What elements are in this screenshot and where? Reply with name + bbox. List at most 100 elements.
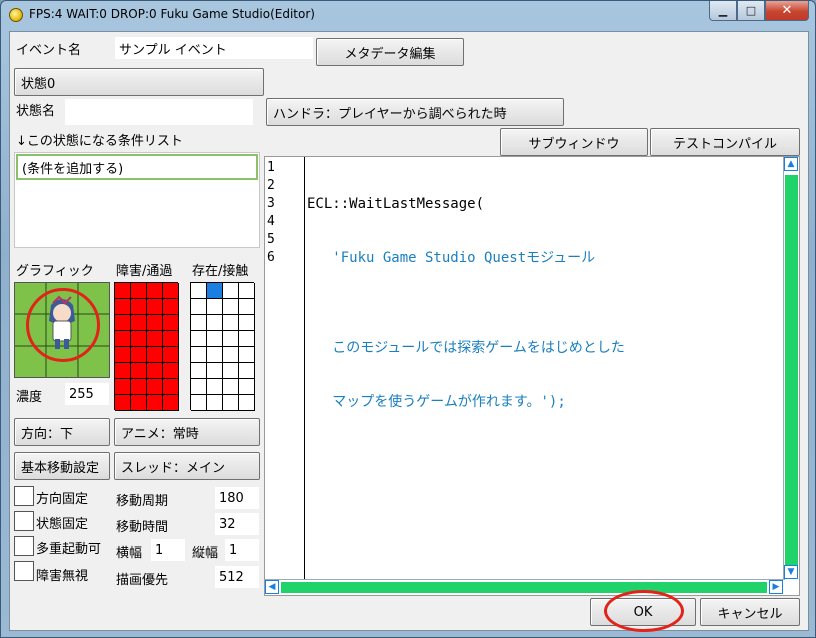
presence-cell[interactable]: [239, 363, 255, 379]
test-compile-button[interactable]: テストコンパイル: [650, 128, 800, 156]
presence-cell[interactable]: [239, 299, 255, 315]
presence-cell[interactable]: [239, 315, 255, 331]
presence-cell[interactable]: [191, 363, 207, 379]
presence-cell[interactable]: [207, 363, 223, 379]
obstacle-cell[interactable]: [163, 315, 179, 331]
basic-move-settings-button[interactable]: 基本移動設定: [14, 452, 110, 480]
obstacle-cell[interactable]: [147, 299, 163, 315]
obstacle-cell[interactable]: [131, 363, 147, 379]
scroll-down-icon[interactable]: ▼: [784, 565, 798, 579]
obstacle-cell[interactable]: [163, 395, 179, 411]
anime-button[interactable]: アニメ：常時: [114, 418, 260, 446]
presence-cell[interactable]: [191, 379, 207, 395]
obstacle-cell[interactable]: [115, 363, 131, 379]
presence-cell[interactable]: [239, 379, 255, 395]
presence-cell[interactable]: [223, 379, 239, 395]
obstacle-cell[interactable]: [163, 379, 179, 395]
obstacle-cell[interactable]: [147, 283, 163, 299]
obstacle-cell[interactable]: [115, 299, 131, 315]
condition-add-item[interactable]: (条件を追加する): [16, 154, 258, 180]
script-editor[interactable]: 1 2 3 4 5 6 ECL::WaitLastMessage( 'Fuku …: [264, 156, 800, 596]
event-name-field[interactable]: サンプル イベント: [114, 36, 314, 60]
title-bar[interactable]: FPS:4 WAIT:0 DROP:0 Fuku Game Studio(Edi…: [1, 1, 815, 29]
presence-cell[interactable]: [207, 283, 223, 299]
obstacle-cell[interactable]: [147, 395, 163, 411]
presence-cell[interactable]: [223, 283, 239, 299]
scroll-up-icon[interactable]: ▲: [784, 157, 798, 171]
presence-cell[interactable]: [223, 315, 239, 331]
presence-cell[interactable]: [191, 299, 207, 315]
obstacle-grid[interactable]: [114, 282, 179, 411]
presence-cell[interactable]: [191, 331, 207, 347]
obstacle-cell[interactable]: [131, 299, 147, 315]
obstacle-cell[interactable]: [163, 363, 179, 379]
presence-cell[interactable]: [223, 347, 239, 363]
obstacle-cell[interactable]: [115, 347, 131, 363]
presence-cell[interactable]: [239, 283, 255, 299]
presence-cell[interactable]: [223, 299, 239, 315]
obstacle-cell[interactable]: [147, 347, 163, 363]
obstacle-cell[interactable]: [131, 283, 147, 299]
horizontal-scroll-thumb[interactable]: [281, 582, 767, 593]
presence-cell[interactable]: [207, 379, 223, 395]
obstacle-cell[interactable]: [115, 283, 131, 299]
height-field[interactable]: 1: [224, 538, 260, 562]
presence-cell[interactable]: [207, 299, 223, 315]
horizontal-scrollbar[interactable]: ◀ ▶: [265, 579, 785, 595]
obstacle-cell[interactable]: [163, 347, 179, 363]
obstacle-cell[interactable]: [163, 283, 179, 299]
obstacle-cell[interactable]: [147, 363, 163, 379]
presence-cell[interactable]: [207, 395, 223, 411]
state-name-field[interactable]: [64, 98, 254, 126]
handler-button[interactable]: ハンドラ：プレイヤーから調べられた時: [266, 98, 564, 126]
thread-button[interactable]: スレッド：メイン: [114, 452, 260, 480]
maximize-button[interactable]: □: [737, 1, 765, 21]
obstacle-cell[interactable]: [147, 331, 163, 347]
obstacle-cell[interactable]: [115, 315, 131, 331]
direction-button[interactable]: 方向：下: [14, 418, 110, 446]
presence-cell[interactable]: [239, 347, 255, 363]
presence-cell[interactable]: [223, 331, 239, 347]
ignore-obstacle-checkbox[interactable]: [14, 561, 34, 581]
obstacle-cell[interactable]: [131, 379, 147, 395]
obstacle-cell[interactable]: [115, 331, 131, 347]
code-area[interactable]: ECL::WaitLastMessage( 'Fuku Game Studio …: [307, 159, 777, 483]
presence-cell[interactable]: [239, 395, 255, 411]
presence-cell[interactable]: [191, 283, 207, 299]
presence-cell[interactable]: [207, 347, 223, 363]
minimize-button[interactable]: ▁: [709, 1, 737, 21]
direction-fixed-checkbox[interactable]: [14, 486, 34, 506]
obstacle-cell[interactable]: [115, 379, 131, 395]
presence-grid[interactable]: [190, 282, 255, 411]
density-field[interactable]: 255: [64, 382, 110, 406]
multi-launch-checkbox[interactable]: [14, 536, 34, 556]
close-button[interactable]: ✕: [765, 1, 809, 21]
draw-priority-field[interactable]: 512: [214, 565, 260, 589]
move-period-field[interactable]: 180: [214, 486, 260, 510]
presence-cell[interactable]: [191, 395, 207, 411]
presence-cell[interactable]: [207, 331, 223, 347]
scroll-left-icon[interactable]: ◀: [265, 580, 279, 594]
state-select-button[interactable]: 状態0: [14, 68, 264, 96]
vertical-scroll-thumb[interactable]: [785, 175, 798, 565]
state-fixed-checkbox[interactable]: [14, 511, 34, 531]
vertical-scrollbar[interactable]: ▲ ▼: [783, 157, 799, 579]
obstacle-cell[interactable]: [131, 315, 147, 331]
presence-cell[interactable]: [223, 395, 239, 411]
presence-cell[interactable]: [239, 331, 255, 347]
obstacle-cell[interactable]: [131, 395, 147, 411]
scroll-right-icon[interactable]: ▶: [769, 580, 783, 594]
obstacle-cell[interactable]: [131, 347, 147, 363]
obstacle-cell[interactable]: [147, 379, 163, 395]
presence-cell[interactable]: [223, 363, 239, 379]
presence-cell[interactable]: [207, 315, 223, 331]
obstacle-cell[interactable]: [147, 315, 163, 331]
presence-cell[interactable]: [191, 347, 207, 363]
obstacle-cell[interactable]: [115, 395, 131, 411]
obstacle-cell[interactable]: [131, 331, 147, 347]
condition-list[interactable]: (条件を追加する): [14, 152, 260, 248]
presence-cell[interactable]: [191, 315, 207, 331]
cancel-button[interactable]: キャンセル: [700, 598, 800, 626]
width-field[interactable]: 1: [150, 538, 186, 562]
subwindow-button[interactable]: サブウィンドウ: [500, 128, 648, 156]
